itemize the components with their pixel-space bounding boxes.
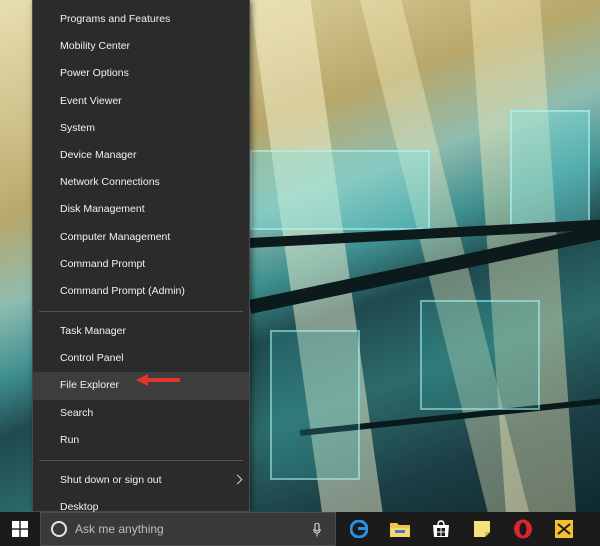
cortana-search-box[interactable]: Ask me anything xyxy=(40,512,336,546)
microphone-icon[interactable] xyxy=(313,523,321,537)
sticky-notes-taskbar-button[interactable] xyxy=(467,512,497,546)
menu-item-label: Device Manager xyxy=(60,148,137,161)
menu-item-label: Event Viewer xyxy=(60,94,122,107)
menu-item-disk-management[interactable]: Disk Management xyxy=(33,196,249,223)
menu-item-label: Command Prompt xyxy=(60,257,146,270)
menu-item-label: Network Connections xyxy=(60,176,160,189)
menu-item-power-options[interactable]: Power Options xyxy=(33,60,249,87)
menu-item-device-manager[interactable]: Device Manager xyxy=(33,142,249,169)
opera-icon xyxy=(514,519,532,539)
sticky-notes-icon xyxy=(474,521,490,537)
menu-item-mobility-center[interactable]: Mobility Center xyxy=(33,33,249,60)
menu-item-run[interactable]: Run xyxy=(33,427,249,454)
menu-item-shut-down-or-sign-out[interactable]: Shut down or sign out xyxy=(33,467,249,494)
menu-separator xyxy=(39,311,243,313)
store-icon xyxy=(433,520,449,537)
start-button[interactable] xyxy=(0,512,40,546)
menu-item-label: Power Options xyxy=(60,67,129,80)
file-explorer-icon xyxy=(390,523,410,537)
menu-item-command-prompt-admin[interactable]: Command Prompt (Admin) xyxy=(33,278,249,305)
menu-item-label: Search xyxy=(60,406,94,419)
menu-separator xyxy=(39,460,243,461)
menu-item-control-panel[interactable]: Control Panel xyxy=(33,345,249,372)
menu-item-search[interactable]: Search xyxy=(33,400,249,427)
menu-item-programs-and-features[interactable]: Programs and Features xyxy=(33,6,249,33)
edge-icon xyxy=(350,520,368,538)
menu-item-label: Disk Management xyxy=(60,203,145,216)
menu-item-label: File Explorer xyxy=(60,379,119,392)
taskbar: Ask me anything xyxy=(0,512,600,546)
menu-item-label: Computer Management xyxy=(60,230,171,243)
edge-taskbar-button[interactable] xyxy=(344,512,374,546)
menu-item-label: Run xyxy=(60,433,80,446)
menu-item-label: Mobility Center xyxy=(60,40,131,53)
menu-item-label: Command Prompt (Admin) xyxy=(60,284,185,297)
menu-item-system[interactable]: System xyxy=(33,115,249,142)
search-placeholder: Ask me anything xyxy=(75,522,164,536)
store-taskbar-button[interactable] xyxy=(426,512,456,546)
windows-logo-icon xyxy=(12,521,28,537)
power-user-menu: Programs and Features Mobility Center Powe… xyxy=(32,0,250,513)
menu-item-label: System xyxy=(60,121,96,134)
menu-item-event-viewer[interactable]: Event Viewer xyxy=(33,88,249,115)
annotation-arrow-icon xyxy=(136,374,180,386)
menu-item-label: Control Panel xyxy=(60,352,124,365)
file-explorer-taskbar-button[interactable] xyxy=(385,512,415,546)
menu-item-label: Task Manager xyxy=(60,325,126,338)
cortana-icon xyxy=(51,521,67,537)
menu-item-task-manager[interactable]: Task Manager xyxy=(33,318,249,345)
menu-item-label: Shut down or sign out xyxy=(60,474,162,486)
chevron-right-icon xyxy=(232,474,243,485)
menu-item-computer-management[interactable]: Computer Management xyxy=(33,224,249,251)
menu-item-network-connections[interactable]: Network Connections xyxy=(33,169,249,196)
menu-item-label: Programs and Features xyxy=(60,13,171,25)
opera-taskbar-button[interactable] xyxy=(508,512,538,546)
yellow-app-icon xyxy=(555,520,573,538)
menu-item-command-prompt[interactable]: Command Prompt xyxy=(33,251,249,278)
menu-group-system: Programs and Features Mobility Center Powe… xyxy=(33,0,249,305)
menu-group-apps: Task Manager Control Panel File Explorer Se… xyxy=(33,318,249,454)
yellow-app-taskbar-button[interactable] xyxy=(549,512,579,546)
